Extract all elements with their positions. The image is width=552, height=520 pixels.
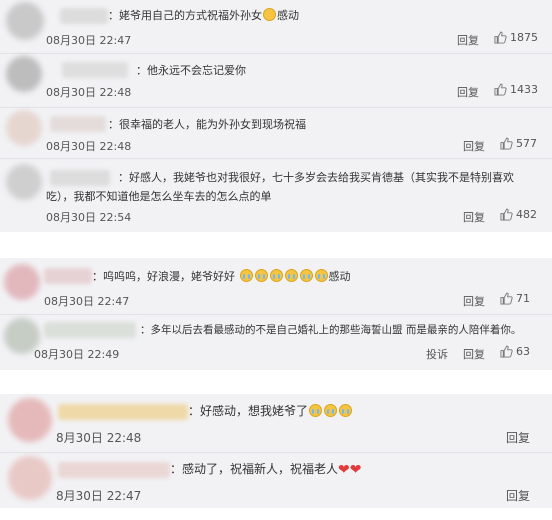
avatar[interactable]	[8, 398, 52, 442]
reply-button[interactable]: 回复	[457, 84, 479, 100]
crying-emoji-icon	[254, 269, 268, 282]
report-button[interactable]: 投诉	[426, 346, 448, 362]
comment-item: ：呜呜呜，好浪漫，姥爷好好 感动 08月30日 22:47 回复 71	[0, 258, 552, 310]
comment-text: ：好感人，我姥爷也对我很好，七十多岁会去给我买肯德基（其实我不是特别喜欢吃），我…	[46, 171, 514, 203]
comment-item: ：感动了，祝福新人，祝福老人❤❤ 8月30日 22:47 回复	[0, 452, 552, 508]
heart-icon: ❤	[349, 462, 362, 478]
comment-text: ：他永远不会忘记爱你	[136, 64, 246, 77]
crying-emoji-icon	[299, 269, 313, 282]
comment-time: 8月30日 22:47	[56, 489, 142, 503]
comment-time: 08月30日 22:54	[46, 211, 132, 224]
thumbs-up-icon	[500, 345, 513, 358]
thumbs-up-icon	[494, 31, 507, 44]
reply-button[interactable]: 回复	[506, 429, 530, 446]
crying-emoji-icon	[314, 269, 328, 282]
reply-button[interactable]: 回复	[463, 209, 485, 225]
username[interactable]	[44, 268, 92, 284]
comment-text: ：很幸福的老人，能为外孙女到现场祝福	[108, 118, 306, 131]
username[interactable]	[44, 322, 136, 338]
crying-emoji-icon	[339, 404, 353, 417]
like-count: 482	[516, 208, 537, 221]
crying-emoji-icon	[239, 269, 253, 282]
reply-button[interactable]: 回复	[463, 346, 485, 362]
like-button[interactable]: 71	[500, 292, 530, 305]
thumbs-up-icon	[500, 208, 513, 221]
like-button[interactable]: 482	[500, 208, 537, 221]
comment-item: ：他永远不会忘记爱你 08月30日 22:48 回复 1433	[0, 54, 552, 106]
username[interactable]	[62, 62, 128, 78]
comment-body: ：感动了，祝福新人，祝福老人	[170, 462, 339, 476]
comment-time: 8月30日 22:48	[56, 431, 142, 445]
comment-text: ：好感动，想我姥爷了	[188, 402, 353, 421]
like-count: 63	[516, 345, 530, 358]
comment-panel-2: ：呜呜呜，好浪漫，姥爷好好 感动 08月30日 22:47 回复 71 ：多年以…	[0, 258, 552, 370]
reply-button[interactable]: 回复	[506, 487, 530, 504]
like-button[interactable]: 63	[500, 345, 530, 358]
comment-time: 08月30日 22:47	[44, 295, 130, 308]
username[interactable]	[50, 116, 106, 132]
reply-button[interactable]: 回复	[463, 293, 485, 309]
comment-text: ：姥爷用自己的方式祝福外孙女 感动	[108, 6, 299, 25]
comment-item: ：多年以后去看最感动的不是自己婚礼上的那些海誓山盟 而是最亲的人陪伴着你。 08…	[0, 316, 552, 370]
comment-item: ：很幸福的老人，能为外孙女到现场祝福 08月30日 22:48 回复 577	[0, 108, 552, 158]
like-count: 1433	[510, 83, 538, 96]
like-count: 577	[516, 137, 537, 150]
smile-emoji-icon	[263, 8, 276, 21]
crying-emoji-icon	[324, 404, 338, 417]
comment-body: ：好感动，想我姥爷了	[188, 404, 309, 418]
avatar[interactable]	[6, 56, 42, 92]
avatar[interactable]	[6, 164, 42, 200]
reply-button[interactable]: 回复	[463, 138, 485, 154]
thumbs-up-icon	[494, 83, 507, 96]
comment-suffix: 感动	[328, 270, 351, 283]
thumbs-up-icon	[500, 292, 513, 305]
comment-text: ：多年以后去看最感动的不是自己婚礼上的那些海誓山盟 而是最亲的人陪伴着你。	[140, 324, 522, 336]
avatar[interactable]	[8, 456, 52, 500]
avatar[interactable]	[6, 110, 42, 146]
like-button[interactable]: 577	[500, 137, 537, 150]
comment-text: ：感动了，祝福新人，祝福老人❤❤	[170, 460, 361, 480]
like-count: 71	[516, 292, 530, 305]
avatar[interactable]	[4, 264, 40, 300]
comment-panel-1: ：姥爷用自己的方式祝福外孙女 感动 08月30日 22:47 回复 1875 ：他…	[0, 0, 552, 232]
avatar[interactable]	[6, 2, 44, 40]
username[interactable]	[58, 404, 188, 420]
comment-panel-3: ：好感动，想我姥爷了 8月30日 22:48 回复 ：感动了，祝福新人，祝福老人…	[0, 394, 552, 508]
comment-body: ：呜呜呜，好浪漫，姥爷好好	[92, 270, 235, 283]
comment-time: 08月30日 22:49	[34, 348, 120, 361]
crying-emoji-icon	[309, 404, 323, 417]
comment-suffix: 感动	[277, 9, 299, 22]
thumbs-up-icon	[500, 137, 513, 150]
heart-icon: ❤	[338, 462, 350, 478]
comment-body: ：姥爷用自己的方式祝福外孙女	[108, 9, 262, 22]
comment-item: ：好感人，我姥爷也对我很好，七十多岁会去给我买肯德基（其实我不是特别喜欢吃），我…	[0, 160, 552, 232]
comment-time: 08月30日 22:48	[46, 86, 132, 99]
comment-item: ：好感动，想我姥爷了 8月30日 22:48 回复	[0, 394, 552, 450]
crying-emoji-icon	[284, 269, 298, 282]
divider	[0, 314, 552, 315]
like-count: 1875	[510, 31, 538, 44]
divider	[0, 158, 552, 159]
comment-item: ：姥爷用自己的方式祝福外孙女 感动 08月30日 22:47 回复 1875	[0, 0, 552, 52]
like-button[interactable]: 1433	[494, 83, 538, 96]
comment-time: 08月30日 22:48	[46, 140, 132, 153]
comment-text: ：呜呜呜，好浪漫，姥爷好好 感动	[92, 267, 351, 286]
comment-time: 08月30日 22:47	[46, 34, 132, 47]
like-button[interactable]: 1875	[494, 31, 538, 44]
username[interactable]	[58, 462, 170, 478]
reply-button[interactable]: 回复	[457, 32, 479, 48]
crying-emoji-icon	[269, 269, 283, 282]
username[interactable]	[60, 8, 108, 24]
